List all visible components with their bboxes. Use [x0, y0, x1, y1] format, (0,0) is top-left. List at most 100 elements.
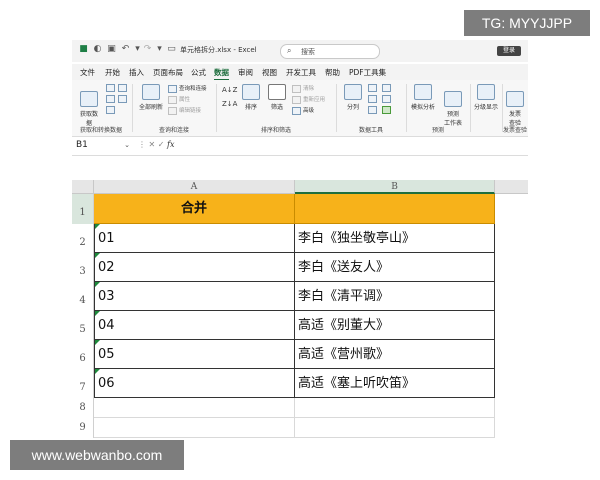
confirm-icon[interactable]: ✓ [158, 140, 165, 149]
table-cell-b[interactable]: 高适《塞上听吹笛》 [295, 369, 495, 398]
tab-pdf-tools[interactable]: PDF工具集 [349, 67, 386, 78]
save-icon[interactable]: ▣ [106, 44, 117, 55]
cell-a1[interactable]: 合并 [94, 194, 295, 224]
name-box[interactable]: B1 ⌄ [76, 139, 132, 152]
recent-sources-button[interactable] [118, 95, 129, 103]
column-header-a[interactable]: A [94, 180, 295, 194]
remove-duplicates-button[interactable] [382, 84, 393, 92]
queries-connections-button[interactable]: 查询和连接 [168, 84, 207, 93]
title-bar: ■ ◐ ▣ ↶ ▾ ↷ ▾ ▭ 单元格拆分.xlsx - Excel ⌕ 搜索 … [72, 40, 528, 62]
excel-window: ■ ◐ ▣ ↶ ▾ ↷ ▾ ▭ 单元格拆分.xlsx - Excel ⌕ 搜索 … [72, 40, 528, 442]
ribbon-separator [132, 84, 133, 132]
table-cell-b[interactable]: 李白《独坐敬亭山》 [295, 224, 495, 253]
table-cell-a[interactable]: 06 [94, 369, 295, 398]
text-to-columns-button[interactable]: 分列 [342, 84, 364, 111]
sort-descending-icon[interactable]: Z↓A [222, 100, 237, 108]
cell-b1[interactable] [295, 194, 495, 224]
insert-function-button[interactable]: fx [167, 140, 174, 149]
column-header-b[interactable]: B [295, 180, 495, 194]
empty-cell[interactable] [94, 398, 295, 418]
tab-page-layout[interactable]: 页面布局 [153, 67, 183, 78]
tab-review[interactable]: 审阅 [238, 67, 253, 78]
from-table-button[interactable] [106, 95, 117, 103]
row-header[interactable]: 5 [72, 311, 94, 340]
cancel-icon[interactable]: ✕ [149, 140, 156, 149]
ribbon-separator [336, 84, 337, 132]
site-watermark: www.webwanbo.com [10, 440, 184, 470]
outline-button[interactable]: 分级显示 [472, 84, 500, 111]
forecast-sheet-button[interactable]: 预测 工作表 [440, 84, 466, 127]
tab-developer[interactable]: 开发工具 [286, 67, 316, 78]
advanced-filter-button[interactable]: 高级 [292, 106, 314, 115]
from-web-button[interactable] [118, 84, 129, 92]
row-header[interactable]: 1 [72, 194, 94, 224]
tab-view[interactable]: 视图 [262, 67, 277, 78]
table-cell-a[interactable]: 02 [94, 253, 295, 282]
row-header[interactable]: 8 [72, 398, 94, 418]
row-header[interactable]: 6 [72, 340, 94, 369]
group-forecast: 模拟分析 预测 工作表 预测 [408, 80, 468, 136]
undo-icon[interactable]: ↶ [120, 44, 131, 55]
what-if-analysis-button[interactable]: 模拟分析 [408, 84, 438, 111]
table-cell-b[interactable]: 高适《别董大》 [295, 311, 495, 340]
tab-file[interactable]: 文件 [80, 67, 95, 78]
more-options-icon[interactable]: ⋮ [138, 140, 146, 149]
table-cell-a[interactable]: 04 [94, 311, 295, 340]
data-model-button[interactable] [382, 106, 393, 114]
row-header[interactable]: 9 [72, 418, 94, 438]
row-header[interactable]: 2 [72, 224, 94, 253]
chevron-down-icon[interactable]: ⌄ [124, 139, 130, 152]
group-label-forecast: 预测 [431, 127, 444, 134]
tab-insert[interactable]: 插入 [129, 67, 144, 78]
table-cell-a[interactable]: 01 [94, 224, 295, 253]
table-cell-b[interactable]: 高适《营州歌》 [295, 340, 495, 369]
web-icon [118, 84, 127, 92]
flash-fill-button[interactable] [368, 84, 379, 92]
redo-icon[interactable]: ↷ [142, 44, 153, 55]
tab-help[interactable]: 帮助 [325, 67, 340, 78]
tab-data[interactable]: 数据 [214, 67, 229, 81]
row-header[interactable]: 7 [72, 369, 94, 398]
row-header[interactable]: 4 [72, 282, 94, 311]
table-cell-b[interactable]: 李白《送友人》 [295, 253, 495, 282]
filter-button[interactable]: 筛选 [266, 84, 288, 111]
table-cell-b[interactable]: 李白《清平调》 [295, 282, 495, 311]
telegram-watermark: TG: MYYJJPP [464, 10, 590, 36]
group-label-queries: 查询和连接 [158, 127, 189, 134]
autosave-toggle-icon[interactable]: ◐ [92, 44, 103, 55]
quick-access-more-icon[interactable]: ▾ [154, 44, 165, 55]
edit-links-button[interactable]: 编辑链接 [168, 106, 201, 115]
empty-cell[interactable] [94, 418, 295, 438]
login-button[interactable]: 登录 [497, 46, 521, 56]
sort-icon [242, 84, 260, 100]
row-header[interactable]: 3 [72, 253, 94, 282]
properties-button[interactable]: 属性 [168, 95, 190, 104]
tab-formulas[interactable]: 公式 [191, 67, 206, 78]
formula-input[interactable] [180, 139, 520, 153]
refresh-all-button[interactable]: 全部刷新 [136, 84, 166, 111]
sort-button[interactable]: 排序 [240, 84, 262, 111]
search-box[interactable]: ⌕ 搜索 [280, 44, 380, 59]
consolidate-button[interactable] [382, 95, 393, 103]
table-cell-a[interactable]: 05 [94, 340, 295, 369]
invoice-check-button[interactable]: 发票 查验 [502, 84, 528, 127]
group-sort-filter: A↓Z Z↓A 排序 筛选 清除 重新应用 高级 排序和筛选 [218, 80, 334, 136]
clear-filter-button[interactable]: 清除 [292, 84, 314, 93]
ribbon: 获取数 据 获取和转换数据 全部刷新 查询和连接 属性 编辑链接 查询和连接 A… [72, 80, 528, 137]
database-icon [80, 91, 98, 107]
data-validation-button[interactable] [368, 95, 379, 103]
tab-home[interactable]: 开始 [105, 67, 120, 78]
existing-connections-button[interactable] [106, 106, 117, 114]
empty-cell[interactable] [295, 398, 495, 418]
sort-ascending-icon[interactable]: A↓Z [222, 86, 237, 94]
empty-cell[interactable] [295, 418, 495, 438]
table-cell-a[interactable]: 03 [94, 282, 295, 311]
select-all-corner[interactable] [72, 180, 94, 194]
relationships-button[interactable] [368, 106, 379, 114]
reapply-button[interactable]: 重新应用 [292, 95, 325, 104]
error-indicator-icon [95, 311, 100, 316]
get-data-button[interactable]: 获取数 据 [76, 84, 102, 127]
from-text-button[interactable] [106, 84, 117, 92]
excel-logo-icon: ■ [79, 44, 88, 54]
worksheet-grid: A B 1 2 3 4 5 6 7 8 9 合并 01 李白《独坐敬亭山》 02… [72, 180, 528, 442]
